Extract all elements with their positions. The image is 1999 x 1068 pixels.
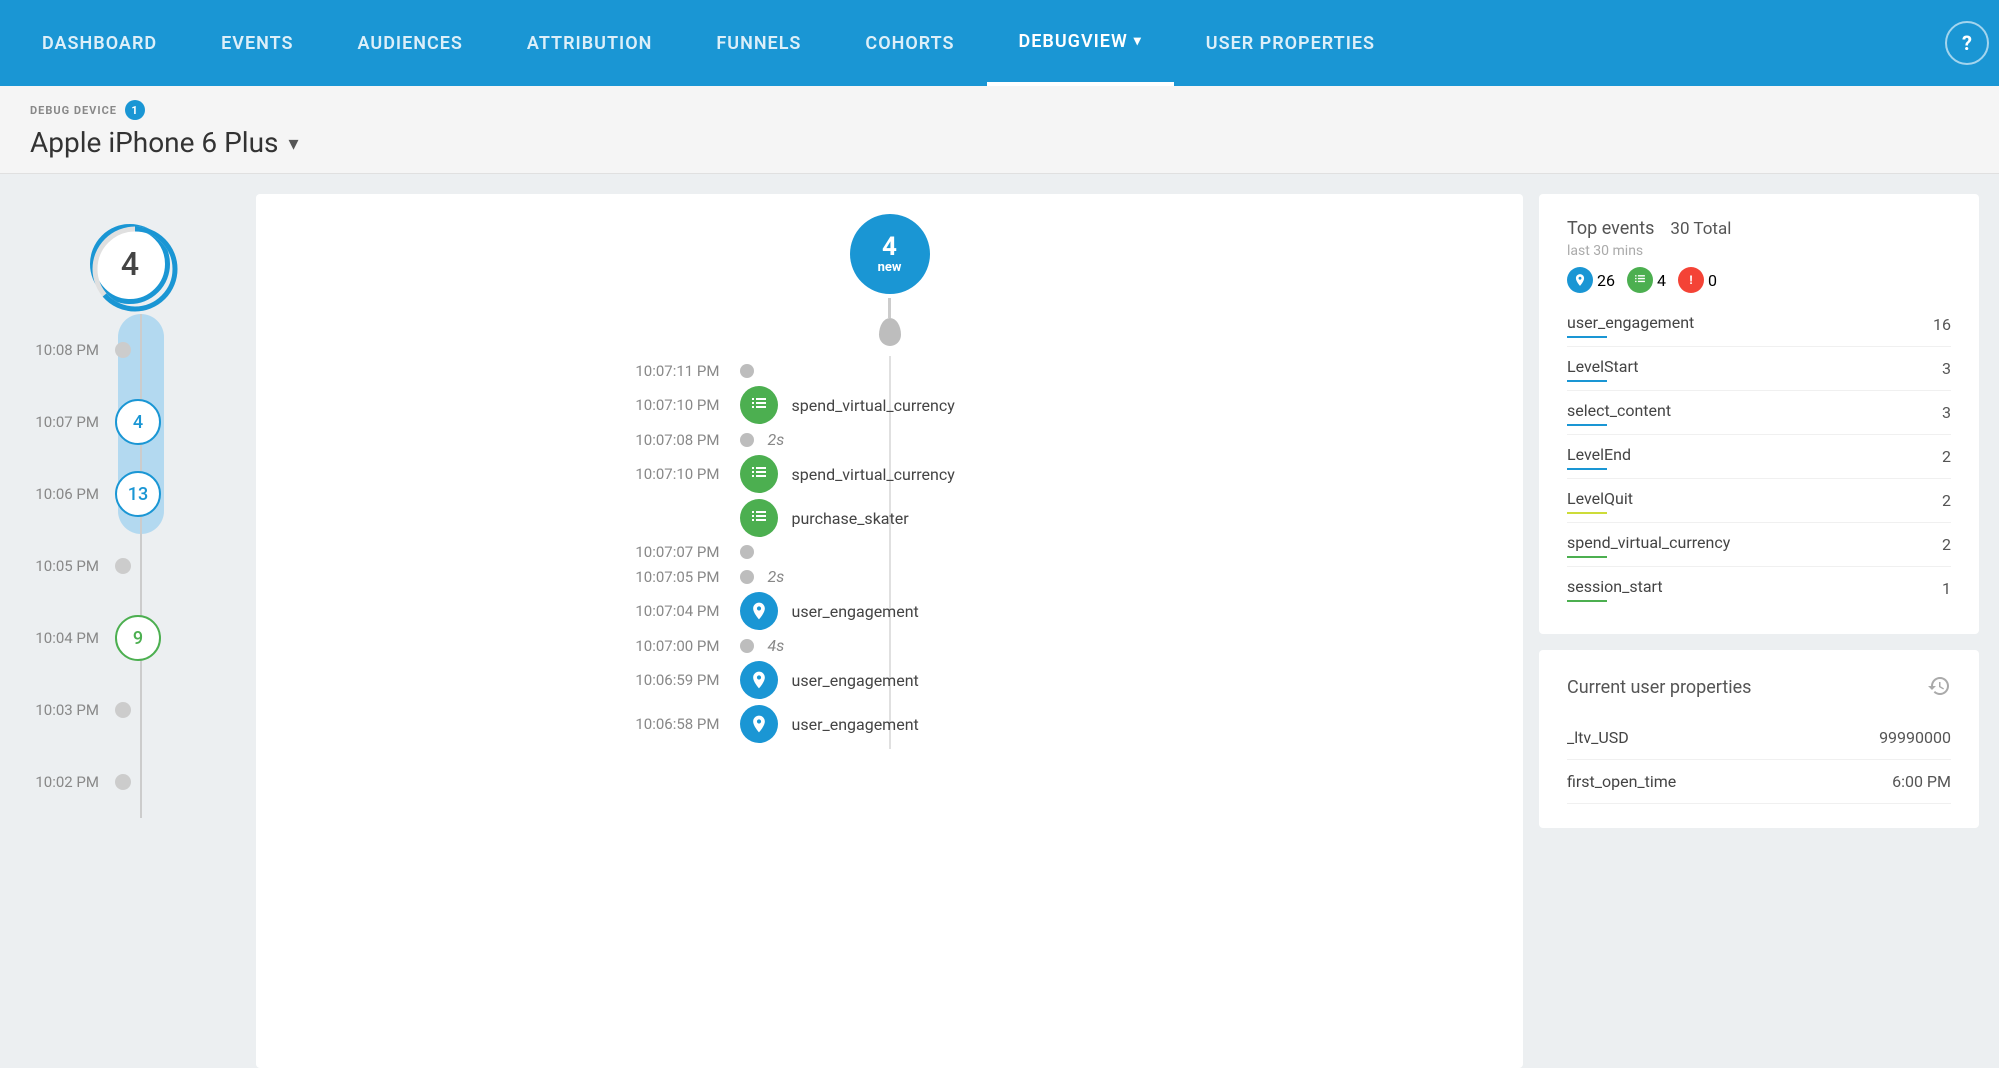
timeline-row-1004: 10:04 PM 9	[20, 602, 240, 674]
device-name: Apple iPhone 6 Plus	[30, 126, 278, 159]
orange-count-icon: !	[1678, 267, 1704, 293]
timeline-dot	[115, 774, 131, 790]
drop-shape	[879, 318, 901, 346]
orange-count: ! 0	[1678, 267, 1717, 293]
timeline-dot	[115, 558, 131, 574]
event-dot	[740, 545, 754, 559]
dropdown-arrow-icon: ▾	[288, 131, 298, 155]
user-props-title: Current user properties	[1567, 677, 1751, 698]
timeline-row-1003: 10:03 PM	[20, 674, 240, 746]
event-list-item[interactable]: user_engagement 16	[1567, 303, 1951, 347]
left-timeline: 4 10:08 PM 10:07 PM 4 10:06 PM 13	[20, 194, 240, 1068]
nav-audiences[interactable]: AUDIENCES	[326, 0, 495, 86]
timeline-row-1008: 10:08 PM	[20, 314, 240, 386]
event-dot	[740, 433, 754, 447]
prop-row[interactable]: first_open_time 6:00 PM	[1567, 760, 1951, 804]
top-events-total: 30 Total	[1670, 219, 1731, 239]
main-content: 4 10:08 PM 10:07 PM 4 10:06 PM 13	[0, 174, 1999, 1068]
user-props-header: Current user properties	[1567, 674, 1951, 704]
event-list-item[interactable]: LevelStart 3	[1567, 347, 1951, 391]
right-panel: Top events 30 Total last 30 mins 26	[1539, 194, 1979, 1068]
timeline-bubble-1007: 4	[115, 399, 161, 445]
event-row: 10:07:07 PM	[540, 543, 1240, 561]
header-bar: DEBUG DEVICE 1 Apple iPhone 6 Plus ▾	[0, 86, 1999, 174]
event-list-item[interactable]: session_start 1	[1567, 567, 1951, 610]
event-list-item[interactable]: LevelEnd 2	[1567, 435, 1951, 479]
main-nav: DASHBOARD EVENTS AUDIENCES ATTRIBUTION F…	[0, 0, 1999, 86]
event-row[interactable]: 10:06:58 PM user_engagement	[540, 705, 1240, 743]
event-list-item[interactable]: spend_virtual_currency 2	[1567, 523, 1951, 567]
device-selector[interactable]: Apple iPhone 6 Plus ▾	[30, 126, 1969, 159]
event-row[interactable]: 10:07:10 PM spend_virtual_currency	[540, 386, 1240, 424]
event-icon-blue	[740, 592, 778, 630]
top-events-subtitle: last 30 mins	[1567, 243, 1731, 259]
big-circle: 4	[90, 224, 170, 304]
event-icon-blue	[740, 705, 778, 743]
event-dot	[740, 570, 754, 584]
timeline-row-1002: 10:02 PM	[20, 746, 240, 818]
chevron-down-icon: ▾	[1134, 33, 1142, 49]
timeline-bubble-1006: 13	[115, 471, 161, 517]
event-counts: 26 4 ! 0	[1567, 267, 1731, 293]
connector-line	[888, 298, 891, 318]
debug-count-badge: 1	[125, 100, 145, 120]
nav-debugview[interactable]: DEBUGVIEW ▾	[987, 0, 1174, 86]
event-list-item[interactable]: LevelQuit 2	[1567, 479, 1951, 523]
event-dot	[740, 364, 754, 378]
event-row[interactable]: 10:06:59 PM user_engagement	[540, 661, 1240, 699]
nav-dashboard[interactable]: DASHBOARD	[10, 0, 189, 86]
user-properties-card: Current user properties _ltv_USD 9999000…	[1539, 650, 1979, 828]
timeline-row-1006: 10:06 PM 13	[20, 458, 240, 530]
nav-events[interactable]: EVENTS	[189, 0, 325, 86]
blue-count: 26	[1567, 267, 1615, 293]
top-events-card: Top events 30 Total last 30 mins 26	[1539, 194, 1979, 634]
prop-row[interactable]: _ltv_USD 99990000	[1567, 716, 1951, 760]
event-icon-green	[740, 455, 778, 493]
nav-user-properties[interactable]: USER PROPERTIES	[1174, 0, 1407, 86]
timeline-dot	[115, 342, 131, 358]
nav-attribution[interactable]: ATTRIBUTION	[495, 0, 684, 86]
new-events-badge: 4 new	[850, 214, 930, 294]
event-list-container: user_engagement 16 LevelStart 3 select_c…	[1567, 303, 1951, 610]
top-events-title: Top events	[1567, 218, 1654, 239]
timeline-row-1005: 10:05 PM	[20, 530, 240, 602]
nav-cohorts[interactable]: COHORTS	[833, 0, 986, 86]
event-icon-green	[740, 499, 778, 537]
event-row: 10:07:08 PM 2s	[540, 430, 1240, 449]
timeline-dot	[115, 702, 131, 718]
event-row[interactable]: 10:07:11 PM	[540, 362, 1240, 380]
event-icon-green	[740, 386, 778, 424]
event-row[interactable]: 10:07:10 PM spend_virtual_currency	[540, 455, 1240, 493]
timeline-row-1007: 10:07 PM 4	[20, 386, 240, 458]
green-count: 4	[1627, 267, 1666, 293]
event-dot	[740, 639, 754, 653]
center-panel: 4 new 10:07:11 PM 10:07:10 PM	[256, 194, 1523, 1068]
event-list: 10:07:11 PM 10:07:10 PM spend_virtual_cu…	[540, 356, 1240, 749]
green-count-icon	[1627, 267, 1653, 293]
event-list-item[interactable]: select_content 3	[1567, 391, 1951, 435]
event-icon-blue	[740, 661, 778, 699]
timeline-bubble-1004: 9	[115, 615, 161, 661]
nav-funnels[interactable]: FUNNELS	[684, 0, 833, 86]
debug-device-section: DEBUG DEVICE 1	[30, 100, 1969, 120]
history-icon[interactable]	[1927, 674, 1951, 704]
event-row: 10:07:05 PM 2s	[540, 567, 1240, 586]
event-row[interactable]: 10:07:04 PM user_engagement	[540, 592, 1240, 630]
help-button[interactable]: ?	[1945, 21, 1989, 65]
event-row[interactable]: purchase_skater	[540, 499, 1240, 537]
blue-count-icon	[1567, 267, 1593, 293]
event-row: 10:07:00 PM 4s	[540, 636, 1240, 655]
user-props-list: _ltv_USD 99990000 first_open_time 6:00 P…	[1567, 716, 1951, 804]
